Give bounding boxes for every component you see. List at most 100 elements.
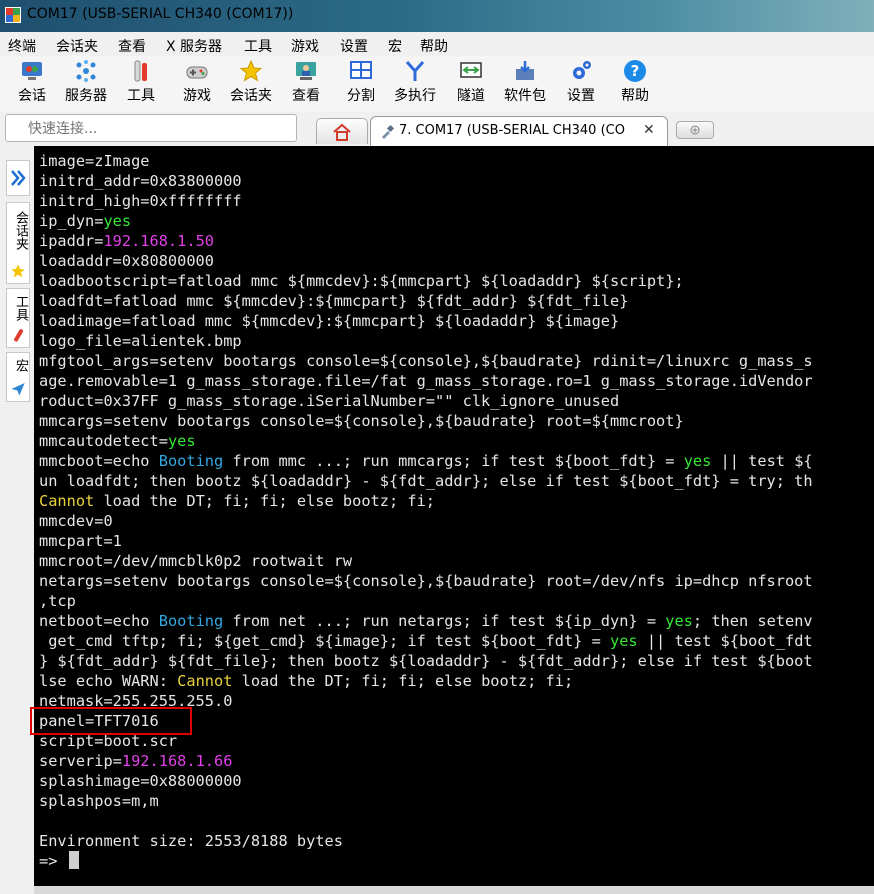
menu-macros[interactable]: 宏 <box>388 36 402 56</box>
tab-com17[interactable]: 7. COM17 (USB-SERIAL CH340 (CO ✕ <box>370 116 668 146</box>
settings-icon <box>573 61 591 79</box>
toolbar-view-button[interactable]: 查看 <box>290 59 322 105</box>
terminal-segment: from mmc ...; run mmcargs; if test ${boo… <box>223 452 684 470</box>
sidebar-expand-button[interactable] <box>6 160 30 196</box>
terminal-line: un loadfdt; then bootz ${loadaddr} - ${f… <box>39 471 813 491</box>
terminal-segment: mmcdev=0 <box>39 512 113 530</box>
terminal-segment: splashimage=0x88000000 <box>39 772 242 790</box>
menu-games[interactable]: 游戏 <box>291 36 319 56</box>
menu-x-server[interactable]: X 服务器 <box>166 36 222 56</box>
toolbar-settings-button[interactable]: 设置 <box>564 59 598 105</box>
sidebar-tab-sessions-label: 会话夹 <box>13 211 28 250</box>
terminal-segment: yes <box>610 632 638 650</box>
menu-terminal[interactable]: 终端 <box>8 36 36 56</box>
send-arrow-icon <box>11 383 25 396</box>
toolbar: 会话 服务器 工具 游戏 会话夹 查看 分割 多执行 隧道 软件包 设置 ? 帮… <box>0 56 874 112</box>
toolbar-games-button[interactable]: 游戏 <box>180 59 214 105</box>
tools-icon <box>134 60 147 82</box>
terminal-line: mmcpart=1 <box>39 531 813 551</box>
menu-bar: 终端 会话夹 查看 X 服务器 工具 游戏 设置 宏 帮助 <box>0 32 874 56</box>
toolbar-packages-button[interactable]: 软件包 <box>502 59 548 105</box>
toolbar-tunnel-button[interactable]: 隧道 <box>454 59 488 105</box>
menu-settings[interactable]: 设置 <box>340 36 368 56</box>
terminal-line: loadbootscript=fatload mmc ${mmcdev}:${m… <box>39 271 813 291</box>
terminal-segment: || test ${ <box>711 452 813 470</box>
terminal-segment: Booting <box>158 612 224 630</box>
terminal-line: mmcroot=/dev/mmcblk0p2 rootwait rw <box>39 551 813 571</box>
menu-sessions[interactable]: 会话夹 <box>56 36 98 56</box>
terminal-segment: from net ...; run netargs; if test ${ip_… <box>223 612 666 630</box>
terminal-segment: mmcpart=1 <box>39 532 122 550</box>
help-icon: ? <box>624 60 646 82</box>
tab-close-icon[interactable]: ✕ <box>643 122 655 138</box>
terminal-segment: age.removable=1 g_mass_storage.file=/fat… <box>39 372 813 390</box>
terminal-segment: yes <box>683 452 712 470</box>
title-bar: COM17 (USB-SERIAL CH340 (COM17)) <box>0 0 874 32</box>
terminal-line: } ${fdt_addr} ${fdt_file}; then bootz ${… <box>39 651 813 671</box>
new-tab-button[interactable] <box>676 121 714 139</box>
toolbar-servers-button[interactable]: 服务器 <box>62 59 110 105</box>
terminal-line: age.removable=1 g_mass_storage.file=/fat… <box>39 371 813 391</box>
terminal-segment: Environment size: 2553/8188 bytes <box>39 832 343 850</box>
terminal-segment: un loadfdt; then bootz ${loadaddr} - ${f… <box>39 472 813 490</box>
toolbar-sessions-button[interactable]: 会话夹 <box>228 59 274 105</box>
terminal-line: ,tcp <box>39 591 813 611</box>
tools-icon <box>14 329 24 342</box>
terminal-segment: mfgtool_args=setenv bootargs console=${c… <box>39 352 813 370</box>
terminal-line: splashpos=m,m <box>39 791 813 811</box>
sidebar-tab-tools-label: 工具 <box>13 295 28 321</box>
terminal-line: initrd_addr=0x83800000 <box>39 171 813 191</box>
terminal-line: get_cmd tftp; fi; ${get_cmd} ${image}; i… <box>39 631 813 651</box>
terminal-segment: Booting <box>158 452 224 470</box>
terminal-segment: image=zImage <box>39 152 150 170</box>
terminal-output[interactable]: image=zImage initrd_addr=0x83800000 initrd… <box>34 146 874 886</box>
terminal-segment: ipaddr= <box>39 232 104 250</box>
terminal-segment: roduct=0x37FF g_mass_storage.iSerialNumb… <box>39 392 620 410</box>
sidebar-tab-tools[interactable]: 工具 <box>6 288 30 348</box>
toolbar-session-button[interactable]: 会话 <box>14 59 50 105</box>
terminal-line: mmcautodetect=yes <box>39 431 813 451</box>
terminal-line: ipaddr=192.168.1.50 <box>39 231 813 251</box>
terminal-segment: initrd_high=0xffffffff <box>39 192 242 210</box>
terminal-line: Cannot load the DT; fi; fi; else bootz; … <box>39 491 813 511</box>
terminal-segment: yes <box>665 612 693 630</box>
toolbar-multiexec-button[interactable]: 多执行 <box>392 59 438 105</box>
packages-icon <box>516 61 534 80</box>
svg-text:?: ? <box>631 62 640 80</box>
sidebar-tab-macros[interactable]: 宏 <box>6 352 30 402</box>
menu-tools[interactable]: 工具 <box>244 36 272 56</box>
terminal-line: mmcdev=0 <box>39 511 813 531</box>
terminal-line: => <box>39 851 813 871</box>
toolbar-split-button[interactable]: 分割 <box>344 59 378 105</box>
quick-connect-input[interactable] <box>5 114 297 142</box>
terminal-text: image=zImage initrd_addr=0x83800000 initrd… <box>39 151 813 871</box>
toolbar-help-button[interactable]: ? 帮助 <box>618 59 652 105</box>
status-strip <box>34 886 874 894</box>
terminal-segment: Cannot <box>39 492 95 510</box>
sidebar-tab-sessions[interactable]: 会话夹 <box>6 202 30 284</box>
terminal-segment: => <box>39 852 67 870</box>
menu-help[interactable]: 帮助 <box>420 36 448 56</box>
terminal-segment: mmcargs=setenv bootargs console=${consol… <box>39 412 684 430</box>
left-sidebar: 会话夹 工具 宏 <box>0 146 34 894</box>
terminal-line: splashimage=0x88000000 <box>39 771 813 791</box>
view-icon <box>296 62 316 80</box>
terminal-segment: yes <box>167 432 196 450</box>
terminal-segment: splashpos=m,m <box>39 792 159 810</box>
toolbar-tools-button[interactable]: 工具 <box>124 59 158 105</box>
servers-icon <box>76 60 96 82</box>
terminal-line: mmcargs=setenv bootargs console=${consol… <box>39 411 813 431</box>
terminal-segment: } ${fdt_addr} ${fdt_file}; then bootz ${… <box>39 652 813 670</box>
home-tab[interactable] <box>316 118 368 144</box>
terminal-segment: 192.168.1.66 <box>121 752 233 770</box>
menu-view[interactable]: 查看 <box>118 36 146 56</box>
terminal-segment: || test ${boot_fdt <box>637 632 813 650</box>
tunnel-icon <box>460 62 482 78</box>
terminal-segment: netargs=setenv bootargs console=${consol… <box>39 572 813 590</box>
terminal-line: logo_file=alientek.bmp <box>39 331 813 351</box>
terminal-segment: serverip= <box>39 752 122 770</box>
terminal-segment: get_cmd tftp; fi; ${get_cmd} ${image}; i… <box>39 632 610 650</box>
terminal-line: mfgtool_args=setenv bootargs console=${c… <box>39 351 813 371</box>
terminal-segment: mmcboot=echo <box>39 452 159 470</box>
